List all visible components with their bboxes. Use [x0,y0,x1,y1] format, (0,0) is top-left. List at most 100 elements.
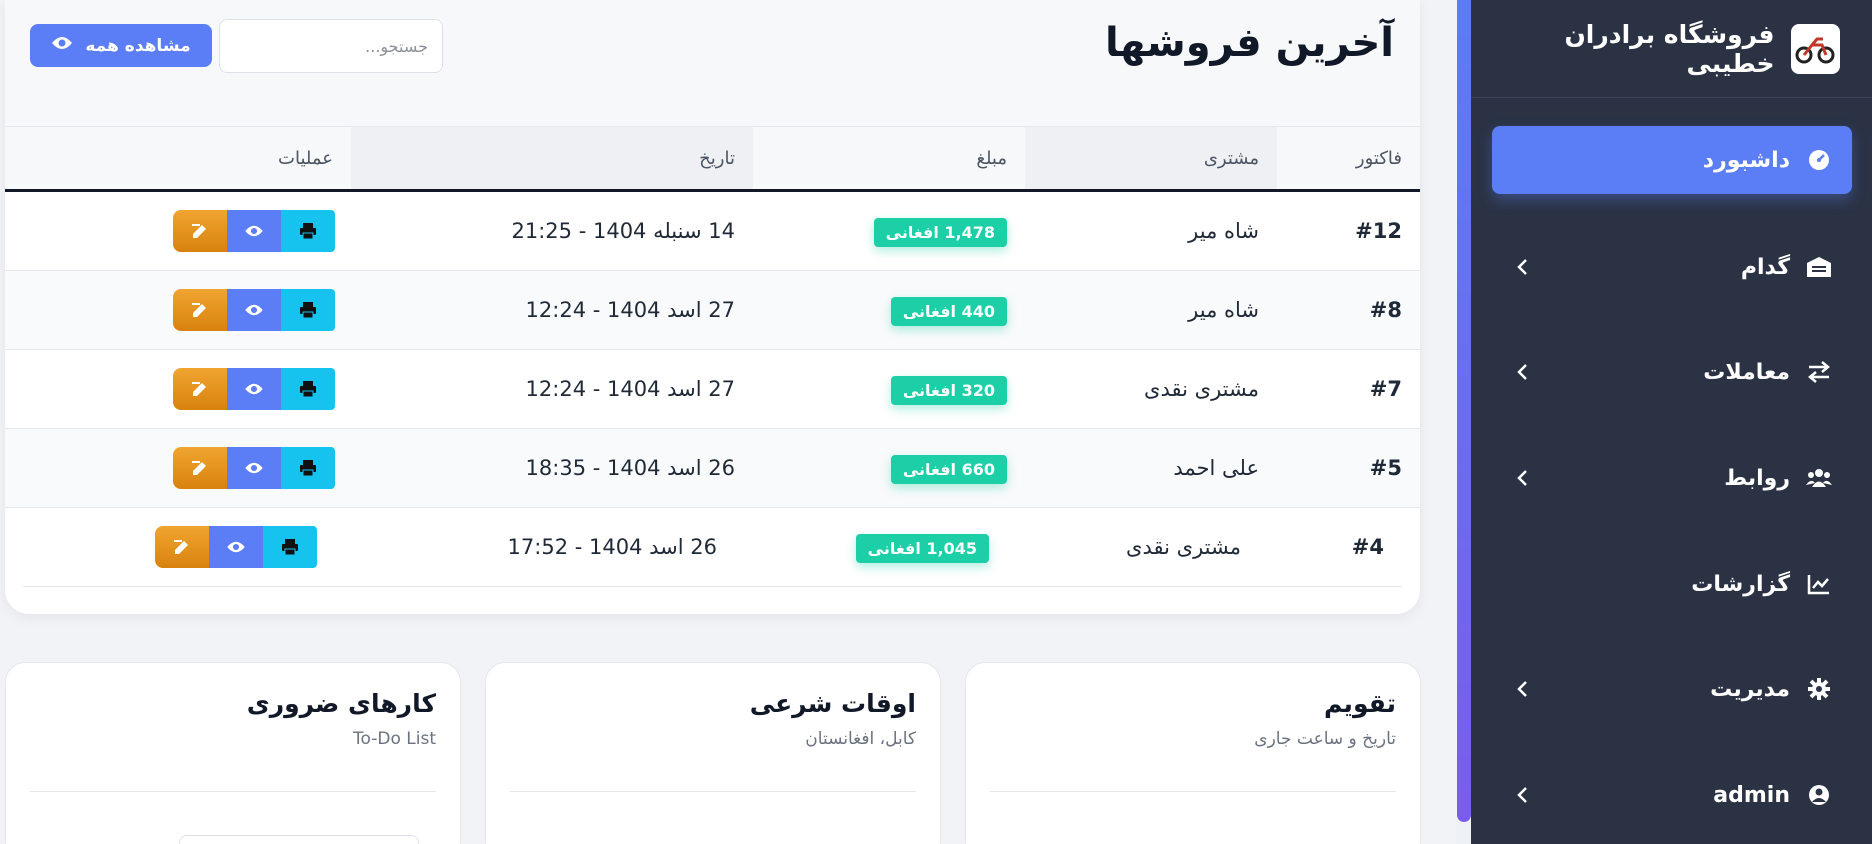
divider [30,791,436,792]
calendar-panel: تقویم تاریخ و ساعت جاری [965,662,1421,844]
eye-icon [227,541,245,553]
customer-name: شاه میر [1188,298,1259,322]
edit-button[interactable] [173,289,227,331]
motorcycle-icon [1790,23,1840,74]
scrollbar-thumb[interactable] [1457,0,1471,822]
amount-badge: 1,478 افغانی [873,218,1007,247]
panel-title: کارهای ضروری [246,689,436,718]
divider [990,791,1396,792]
dashboard-gauge-icon [1806,147,1832,173]
view-button[interactable] [209,526,263,568]
chart-line-icon [1806,571,1832,597]
table-row: #4 مشتری نقدی 1,045 افغانی 26 اسد 1404 -… [23,508,1402,587]
search-input[interactable] [219,19,443,73]
printer-icon [282,539,298,556]
view-all-label: مشاهده همه [85,35,191,56]
view-button[interactable] [227,289,281,331]
page-title: آخرین فروشها [1104,20,1394,66]
sidebar-item-reports[interactable]: گزارشات [1492,550,1852,618]
eye-icon [245,225,263,237]
print-button[interactable] [281,210,335,252]
sidebar-item-admin[interactable]: admin [1492,761,1852,829]
invoice-number[interactable]: #5 [1277,456,1420,480]
row-actions [5,289,351,331]
edit-icon [192,382,206,396]
sidebar-item-management[interactable]: مدیریت [1492,655,1852,723]
sidebar-scroll-accent [1457,0,1471,844]
customer-name: مشتری نقدی [1144,377,1259,401]
sidebar-item-relations[interactable]: روابط [1492,444,1852,512]
sale-date: 26 اسد 1404 - 18:35 [525,456,735,480]
table-row: #5 علی احمد 660 افغانی 26 اسد 1404 - 18:… [5,429,1420,508]
eye-icon [245,462,263,474]
divider [510,791,916,792]
invoice-number[interactable]: #8 [1277,298,1420,322]
panel-subtitle: تاریخ و ساعت جاری [1254,729,1396,749]
todo-input[interactable] [179,835,419,844]
edit-button[interactable] [155,526,209,568]
customer-name: شاه میر [1188,219,1259,243]
column-header-date[interactable]: تاریخ [351,127,753,189]
chevron-left-icon [1512,785,1532,805]
edit-button[interactable] [173,368,227,410]
column-header-invoice[interactable]: فاکتور [1277,127,1420,189]
sidebar-item-label: معاملات [1703,359,1790,385]
sidebar-item-label: admin [1713,782,1790,808]
chevron-left-icon [1512,362,1532,382]
recent-sales-card: آخرین فروشها مشاهده همه فاکتور مشتری مبل… [5,0,1420,614]
print-button[interactable] [281,289,335,331]
row-actions [23,526,333,568]
row-actions [5,210,351,252]
printer-icon [300,460,316,477]
sidebar-item-transactions[interactable]: معاملات [1492,338,1852,406]
sidebar: فروشگاه برادران خطیبی داشبورد گدام معامل… [1471,0,1872,844]
view-button[interactable] [227,368,281,410]
print-button[interactable] [263,526,317,568]
chevron-left-icon [1512,468,1532,488]
print-button[interactable] [281,368,335,410]
exchange-arrows-icon [1806,359,1832,385]
user-circle-icon [1806,782,1832,808]
edit-icon [192,224,206,238]
panel-title: اوقات شرعی [749,689,916,718]
view-all-button[interactable]: مشاهده همه [30,24,212,67]
amount-badge: 440 افغانی [890,297,1007,326]
invoice-number[interactable]: #4 [1259,535,1402,559]
sidebar-item-label: گزارشات [1691,571,1790,597]
sidebar-item-label: گدام [1740,254,1790,280]
column-header-customer[interactable]: مشتری [1025,127,1277,189]
printer-icon [300,223,316,240]
customer-name: مشتری نقدی [1126,535,1241,559]
sidebar-item-dashboard[interactable]: داشبورد [1492,126,1852,194]
view-button[interactable] [227,210,281,252]
view-button[interactable] [227,447,281,489]
todo-panel: کارهای ضروری To-Do List [5,662,461,844]
printer-icon [300,381,316,398]
row-actions [5,447,351,489]
sale-date: 14 سنبله 1404 - 21:25 [511,219,736,243]
column-header-operations: عملیات [278,147,333,169]
edit-button[interactable] [173,210,227,252]
sale-date: 27 اسد 1404 - 12:24 [525,377,735,401]
sale-date: 26 اسد 1404 - 17:52 [507,535,717,559]
row-actions [5,368,351,410]
brand-name: فروشگاه برادران خطیبی [1564,19,1775,78]
card-header: آخرین فروشها مشاهده همه [5,0,1420,126]
amount-badge: 320 افغانی [890,376,1007,405]
eye-icon [245,383,263,395]
customer-name: علی احمد [1173,456,1259,480]
amount-badge: 660 افغانی [890,455,1007,484]
invoice-number[interactable]: #12 [1277,219,1420,243]
gear-icon [1806,676,1832,702]
brand-header[interactable]: فروشگاه برادران خطیبی [1471,0,1872,98]
table-header: فاکتور مشتری مبلغ تاریخ عملیات [5,126,1420,192]
edit-icon [192,461,206,475]
print-button[interactable] [281,447,335,489]
panel-title: تقویم [1323,689,1396,718]
invoice-number[interactable]: #7 [1277,377,1420,401]
panel-subtitle: To-Do List [353,729,436,749]
column-header-amount[interactable]: مبلغ [753,127,1025,189]
eye-icon [245,304,263,316]
sidebar-item-warehouse[interactable]: گدام [1492,233,1852,301]
edit-button[interactable] [173,447,227,489]
